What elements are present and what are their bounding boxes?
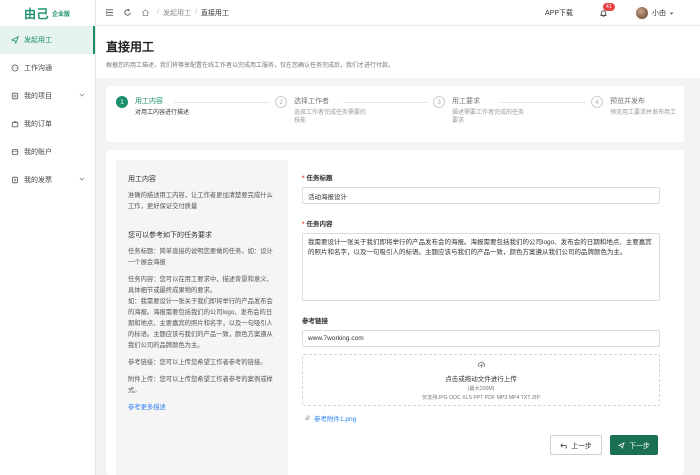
- previous-step-label: 上一步: [571, 443, 592, 450]
- sidebar-item-projects[interactable]: 我的项目: [0, 82, 95, 110]
- logo-text: 由己: [24, 6, 50, 21]
- breadcrumb-current: 直接用工: [200, 9, 229, 17]
- app-download-link[interactable]: APP下载: [545, 8, 573, 18]
- step-number: 1: [116, 96, 128, 108]
- reference-link-input[interactable]: www.7working.com: [302, 330, 660, 347]
- sidebar-item-orders[interactable]: 我的订单: [0, 110, 95, 138]
- sidebar-item-label: 发起用工: [24, 37, 52, 44]
- reference-link-label: 参考链接: [302, 318, 328, 325]
- logo[interactable]: 由己 企业版: [0, 0, 95, 26]
- invoice-icon: [11, 176, 19, 184]
- guide-attachment-tip: 附件上传：您可以上传您希望工作者参考的案例或样式。: [128, 376, 273, 394]
- sidebar-item-invoices[interactable]: 我的发票: [0, 166, 95, 194]
- upload-size-limit: (最大200M): [467, 385, 495, 392]
- sidebar-item-account[interactable]: 我的账户: [0, 138, 95, 166]
- sidebar-item-launch-work[interactable]: 发起用工: [0, 26, 95, 54]
- sidebar-item-label: 我的订单: [24, 121, 52, 128]
- attached-file-name: 参考附件1.png: [314, 416, 357, 423]
- sidebar: 由己 企业版 发起用工 工作沟通 我的项目 我的订单 我的账户 我的发票: [0, 0, 96, 475]
- more-descriptions-link[interactable]: 参考更多描述: [128, 402, 276, 411]
- refresh-icon[interactable]: [123, 8, 132, 17]
- step-select-worker[interactable]: 2 选择工作者 选择工作者完成任务需要的技能: [275, 96, 366, 125]
- guide-intro: 准确的描述用工内容，让工作者更加清楚要完成什么工作，更好保证交付质量: [128, 192, 273, 210]
- caret-down-icon[interactable]: [669, 11, 674, 16]
- breadcrumb-item-launch-work[interactable]: 发起用工: [163, 8, 191, 18]
- guide-content-tip: 任务内容：您可以在用工要求中，描述背景和意义、具体细节或最终成果物的要求。 如：…: [128, 276, 273, 349]
- notification-badge: 41: [603, 2, 615, 11]
- previous-step-button[interactable]: 上一步: [550, 435, 602, 455]
- menu-collapse-icon[interactable]: [105, 8, 114, 17]
- step-number: 2: [275, 96, 287, 108]
- breadcrumb-separator: /: [194, 9, 197, 16]
- guide-subtitle: 您可以参考如下的任务要求: [128, 232, 212, 239]
- step-number: 4: [591, 96, 603, 108]
- page-header: 直接用工 根据您的用工描述，我们将尊享配置在线工作者以完成用工服务，仅在您确认任…: [96, 26, 700, 78]
- back-arrow-icon: [560, 443, 568, 448]
- send-icon: [618, 441, 626, 449]
- page-title: 直接用工: [106, 40, 155, 54]
- paperclip-icon: [305, 415, 310, 421]
- logo-edition: 企业版: [52, 11, 71, 18]
- task-title-label: * 任务标题: [302, 172, 660, 182]
- step-connector: [343, 102, 428, 103]
- chevron-down-icon: [79, 93, 85, 97]
- steps-card: 1 用工内容 对用工内容进行描述 2 选择工作者 选择工作者完成任务需要的技能 …: [106, 86, 684, 142]
- sidebar-item-label: 我的发票: [24, 177, 52, 184]
- step-work-content[interactable]: 1 用工内容 对用工内容进行描述: [116, 96, 225, 117]
- task-content-label: * 任务内容: [302, 218, 660, 228]
- required-mark: *: [302, 221, 305, 228]
- required-mark: *: [302, 175, 305, 182]
- label-text: 任务标题: [306, 175, 333, 182]
- sidebar-item-label: 我的项目: [24, 93, 52, 100]
- next-step-button[interactable]: 下一步: [610, 435, 658, 455]
- task-title-input[interactable]: 活动海报设计: [302, 187, 660, 204]
- chevron-down-icon: [79, 177, 85, 181]
- order-icon: [11, 120, 19, 128]
- guide-panel: 用工内容 准确的描述用工内容，让工作者更加清楚要完成什么工作，更好保证交付质量 …: [116, 160, 288, 475]
- upload-text: 点击或拖动文件进行上传: [445, 375, 517, 383]
- sidebar-item-label: 我的账户: [24, 149, 52, 156]
- topbar-right: APP下载 41 小由: [545, 0, 700, 26]
- home-icon[interactable]: [141, 8, 150, 17]
- guide-title-tip: 任务标题：简单直接的说明您要做的任务。如：设计一个展会海报: [128, 248, 273, 266]
- sidebar-item-chat[interactable]: 工作沟通: [0, 54, 95, 82]
- notification-bell[interactable]: 41: [599, 2, 615, 18]
- label-text: 任务内容: [306, 221, 333, 228]
- guide-link-tip: 参考链接：您可以上传您希望工作者参考的链接。: [128, 359, 267, 366]
- step-desc: 预览用工要求并发布用工: [610, 110, 677, 116]
- step-desc: 选择工作者完成任务需要的技能: [294, 110, 367, 124]
- attached-file[interactable]: 参考附件1.png: [302, 413, 660, 423]
- breadcrumb-separator: /: [157, 9, 159, 16]
- step-desc: 描述需要工作者完成的任务要求: [452, 110, 525, 124]
- breadcrumb: / 发起用工 / 直接用工: [141, 8, 229, 18]
- step-connector: [501, 102, 586, 103]
- username[interactable]: 小由: [652, 8, 666, 18]
- step-work-requirements[interactable]: 3 用工要求 描述需要工作者完成的任务要求: [433, 96, 524, 125]
- step-preview-publish[interactable]: 4 预览并发布 预览用工要求并发布用工: [591, 96, 682, 117]
- step-desc: 对用工内容进行描述: [135, 110, 190, 116]
- topbar: / 发起用工 / 直接用工 APP下载 41 小由: [96, 0, 700, 26]
- step-nav-buttons: 上一步 下一步: [550, 435, 658, 455]
- chat-icon: [11, 64, 19, 72]
- send-icon: [11, 36, 19, 44]
- account-icon: [11, 148, 19, 156]
- avatar[interactable]: [636, 7, 648, 19]
- task-content-textarea[interactable]: 我需要设计一张关于我们即将举行的产品发布会的海报。海报需要包括我们的公司logo…: [302, 233, 660, 301]
- work-content-form: * 任务标题 活动海报设计 * 任务内容 我需要设计一张关于我们即将举行的产品发布会…: [302, 172, 660, 423]
- project-icon: [11, 92, 19, 100]
- page-description: 根据您的用工描述，我们将尊享配置在线工作者以完成用工服务，仅在您确认任务完成后，…: [106, 63, 395, 69]
- file-upload-dropzone[interactable]: 点击或拖动文件进行上传 (最大200M) 仅支持JPG DOC XLS PPT …: [302, 354, 660, 406]
- sidebar-item-label: 工作沟通: [24, 65, 52, 72]
- work-content-card: 用工内容 准确的描述用工内容，让工作者更加清楚要完成什么工作，更好保证交付质量 …: [106, 150, 684, 475]
- step-number: 3: [433, 96, 445, 108]
- upload-file-types: 仅支持JPG DOC XLS PPT PDF MP3 MP4 TXT ZIP: [422, 394, 540, 401]
- step-connector: [174, 102, 269, 103]
- next-step-label: 下一步: [629, 443, 650, 450]
- guide-title: 用工内容: [128, 176, 156, 183]
- step-title: 预览并发布: [610, 98, 645, 105]
- upload-cloud-icon: [477, 360, 486, 369]
